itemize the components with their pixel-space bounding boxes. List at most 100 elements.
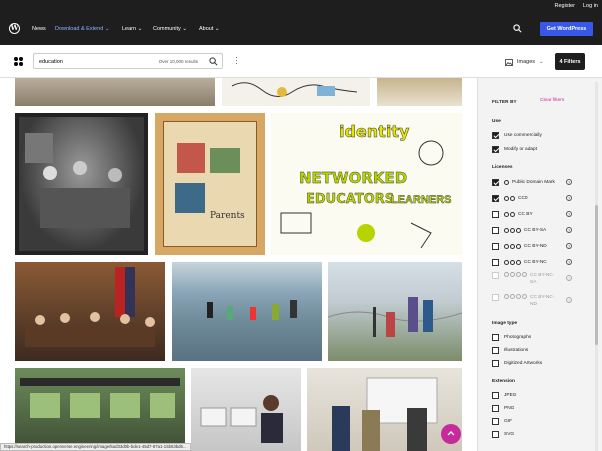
image-result[interactable] [307,368,462,451]
register-link[interactable]: Register [555,3,575,9]
image-result[interactable] [191,368,301,451]
nav-item-community[interactable]: Community ⌄ [153,26,187,32]
search-icon[interactable] [209,57,218,66]
svg-text:NETWORKED: NETWORKED [299,169,407,187]
cc-by-license-icon [504,211,515,217]
filter-svg[interactable]: SVG [492,430,514,438]
checkbox[interactable] [492,359,499,367]
extension-section-title: Extension [492,379,515,384]
help-icon[interactable]: ? [566,259,572,265]
filter-modify-adapt[interactable]: Modify or adapt [492,145,537,153]
checkbox[interactable] [492,258,499,266]
image-result[interactable] [15,368,185,451]
nav-item-learn[interactable]: Learn ⌄ [122,26,142,32]
nav-label: Learn [122,26,137,32]
filter-digitized-artworks[interactable]: Digitized Artworks [492,359,542,367]
checkbox[interactable] [492,346,499,354]
wordpress-logo-icon[interactable]: W [9,23,20,34]
filter-label: SVG [504,431,515,437]
checkbox[interactable] [492,333,499,341]
checkbox[interactable] [492,131,499,139]
help-icon[interactable]: ? [566,195,572,201]
search-input[interactable]: education Over 10,000 results [33,53,223,69]
image-result[interactable]: identity NETWORKED EDUCATORS LEARNERS [271,113,462,255]
image-result[interactable] [222,78,370,106]
chevron-down-icon: ⌄ [137,26,143,32]
filter-label: CC BY-ND [524,243,547,249]
filter-license-cc-by-nd[interactable]: CC BY-ND [492,242,547,250]
filter-png[interactable]: PNG [492,404,514,412]
filter-title: FILTER BY [492,99,517,104]
filter-label: Public Domain Mark [512,179,555,185]
image-result[interactable] [15,262,165,361]
image-result[interactable] [15,78,215,106]
checkbox[interactable] [492,226,499,234]
filters-button[interactable]: 4 Filters [555,53,585,70]
image-type-section-title: Image type [492,321,518,326]
image-icon [505,58,513,66]
image-grid: Parents identity NETWORKED EDUCATORS LEARNE… [0,78,477,451]
filter-license-cc-by-nc-sa[interactable]: CC BY-NC-SA [492,272,556,288]
help-icon[interactable]: ? [566,297,572,303]
clear-filters-button[interactable]: Clear filters [540,98,564,103]
help-icon[interactable]: ? [566,227,572,233]
filter-label: PNG [504,405,515,411]
filter-label: CC BY-NC-ND [530,295,555,307]
help-icon[interactable]: ? [566,179,572,185]
checkbox[interactable] [492,210,499,218]
checkbox[interactable] [492,145,499,153]
filter-illustrations[interactable]: Illustrations [492,346,528,354]
checkbox[interactable] [492,294,499,301]
cc-by-sa-license-icon [504,227,521,233]
checkbox[interactable] [492,417,499,425]
help-icon[interactable]: ? [566,211,572,217]
filter-jpeg[interactable]: JPEG [492,391,517,399]
chevron-down-icon: ⌄ [539,59,544,65]
nav-label: Community [153,26,181,32]
filter-label: CC BY-NC [524,259,547,265]
checkbox[interactable] [492,391,499,399]
kebab-icon[interactable]: · · · [235,54,238,68]
filter-license-cc-by-nc[interactable]: CC BY-NC [492,258,547,266]
chevron-down-icon: ⌄ [214,26,220,32]
filter-license-cc-by[interactable]: CC BY [492,210,533,218]
filter-license-cc0[interactable]: CC0 [492,194,528,202]
filter-gif[interactable]: GIF [492,417,512,425]
help-icon[interactable]: ? [566,275,572,281]
media-type-label: Images [517,59,536,65]
filter-license-cc-by-nc-nd[interactable]: CC BY-NC-ND [492,294,556,310]
filter-label: Use commercially [504,132,542,138]
scroll-to-top-button[interactable] [441,424,461,444]
filter-use-commercially[interactable]: Use commercially [492,131,542,139]
checkbox[interactable] [492,194,499,202]
media-type-select[interactable]: Images ⌄ [505,56,550,68]
arrow-up-icon [447,431,455,436]
checkbox[interactable] [492,272,499,279]
cc-by-nc-nd-license-icon [504,294,527,299]
get-wordpress-button[interactable]: Get WordPress [540,22,593,36]
image-result[interactable] [15,113,148,255]
login-link[interactable]: Log in [583,3,598,9]
filter-label: Illustrations [504,347,529,353]
nav-item-download-extend[interactable]: Download & Extend ⌄ [55,26,109,32]
image-result[interactable] [328,262,462,361]
checkbox[interactable] [492,404,499,412]
sidebar-scrollbar-thumb[interactable] [595,205,598,345]
nav-item-about[interactable]: About ⌄ [199,26,220,32]
filter-license-pdm[interactable]: Public Domain Mark [492,178,555,186]
nav-item-news[interactable]: News [32,26,46,32]
top-account-bar: Register Log in [0,0,602,12]
checkbox[interactable] [492,178,499,186]
image-result[interactable] [172,262,322,361]
help-icon[interactable]: ? [566,243,572,249]
filter-license-cc-by-sa[interactable]: CC BY-SA [492,226,546,234]
checkbox[interactable] [492,242,499,250]
filter-photographs[interactable]: Photographs [492,333,531,341]
checkbox[interactable] [492,430,499,438]
image-result[interactable]: Parents [155,113,265,255]
search-icon[interactable] [513,24,522,33]
image-result[interactable] [377,78,462,106]
licenses-section-title: Licenses [492,165,513,170]
openverse-logo-icon[interactable] [14,57,24,67]
svg-text:EDUCATORS: EDUCATORS [306,192,394,207]
